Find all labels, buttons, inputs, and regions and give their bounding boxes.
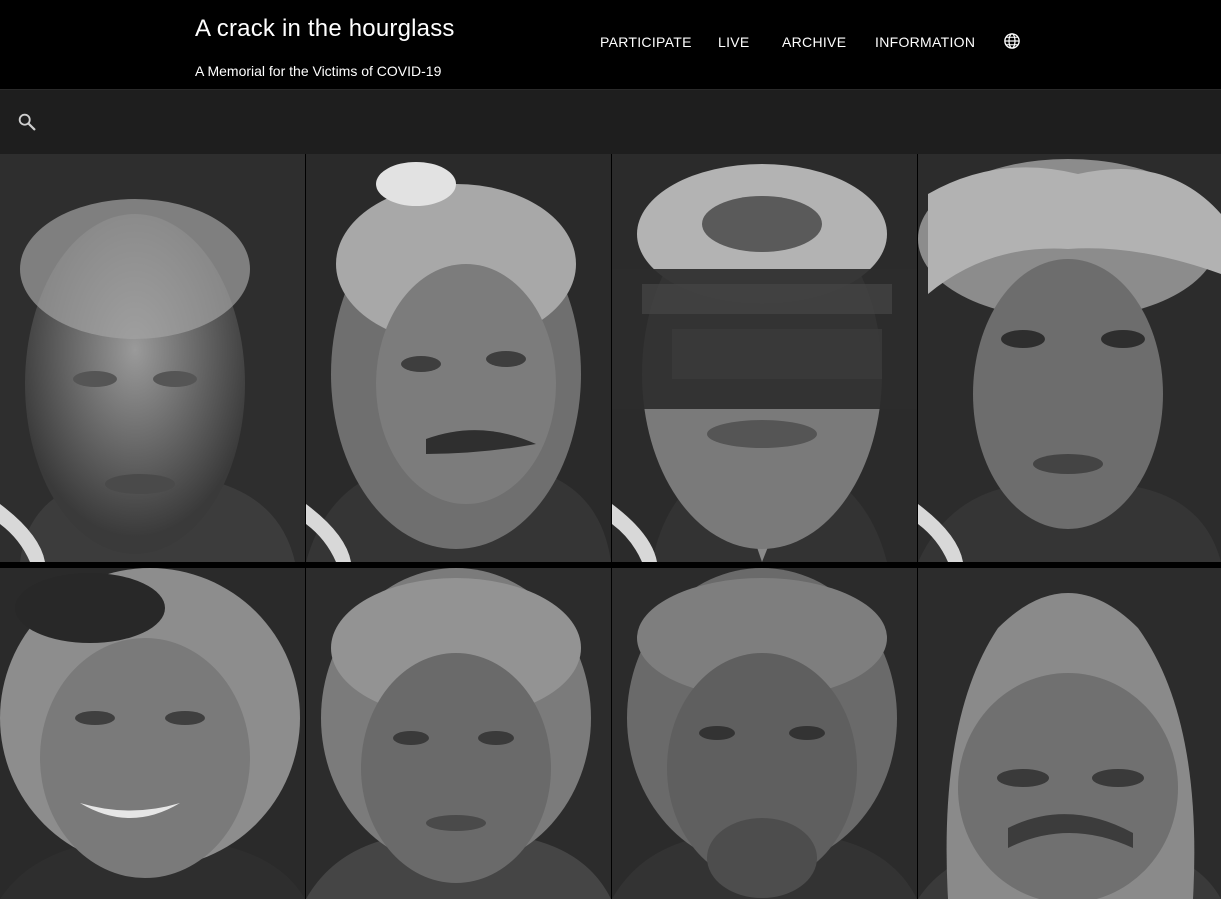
portrait-image [612,568,917,899]
portrait-tile-7[interactable] [612,568,917,899]
portrait-image [612,154,917,562]
portrait-tile-1[interactable] [0,154,305,562]
globe-icon[interactable] [1003,32,1021,50]
nav-live[interactable]: LIVE [718,33,750,51]
site-header: A crack in the hourglass A Memorial for … [0,0,1221,90]
nav-archive[interactable]: ARCHIVE [782,33,846,51]
portrait-tile-4[interactable] [918,154,1221,562]
portrait-tile-3[interactable] [612,154,917,562]
portrait-tile-5[interactable] [0,568,305,899]
search-icon[interactable] [16,111,38,133]
portrait-image [306,154,611,562]
portrait-gallery [0,154,1221,899]
nav-participate[interactable]: PARTICIPATE [600,33,692,51]
nav-information[interactable]: INFORMATION [875,33,975,51]
site-subtitle: A Memorial for the Victims of COVID-19 [195,63,442,79]
portrait-tile-8[interactable] [918,568,1221,899]
portrait-image [306,568,611,899]
portrait-image [918,568,1221,899]
portrait-tile-2[interactable] [306,154,611,562]
site-title[interactable]: A crack in the hourglass [195,15,455,43]
portrait-image [0,154,305,562]
search-bar[interactable] [0,90,1221,154]
portrait-image [0,568,305,899]
portrait-image [918,154,1221,562]
portrait-tile-6[interactable] [306,568,611,899]
